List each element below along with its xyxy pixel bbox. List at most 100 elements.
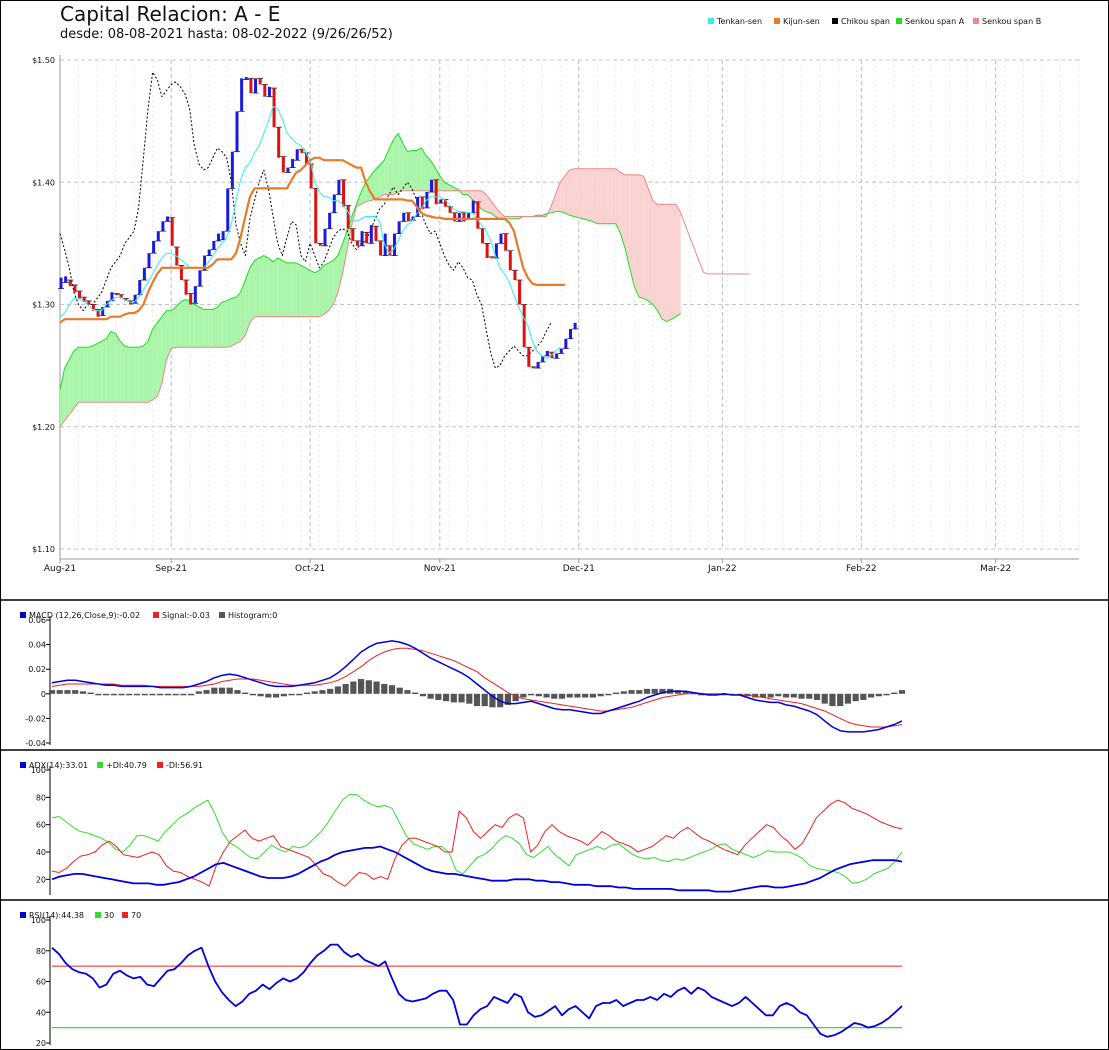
cloud-bull-segment (143, 341, 149, 403)
histogram-bar (558, 693, 566, 699)
x-tick-label: Jan-22 (707, 564, 737, 574)
y-tick-label: $1.30 (32, 301, 55, 310)
histogram-bar (582, 693, 589, 698)
cloud-bull-segment (175, 302, 181, 348)
histogram-bar (458, 693, 465, 703)
histogram-bar (280, 693, 287, 697)
cloud-bull-segment (171, 306, 176, 349)
cloud-bull-segment (282, 260, 287, 317)
candle-body (355, 240, 359, 246)
cloud-bull-segment (198, 306, 204, 348)
x-tick-label: Dec-21 (563, 564, 595, 574)
cloud-bear-segment (569, 168, 575, 217)
histogram-bar (551, 693, 558, 699)
candle-body (73, 284, 77, 293)
rsi-panel: 20406080100RSI(14):44.38 30 70 (20, 911, 903, 1048)
cloud-bear-segment (666, 204, 672, 322)
legend-label: Signal:-0.03 (162, 611, 210, 620)
y-tick-label: 20 (36, 875, 46, 884)
histogram-bar (211, 687, 218, 694)
price-panel: $1.10 $1.20 $1.30 $1.40 $1.50 Aug-21 Sep-21 Oct… (32, 17, 1080, 574)
histogram-bar (64, 690, 71, 694)
histogram-bar (87, 692, 94, 695)
candle-body (323, 228, 327, 246)
histogram-bar (56, 690, 63, 694)
cloud-bull-segment (231, 297, 237, 347)
cloud-bear-segment (625, 174, 630, 268)
candle-body (156, 231, 160, 241)
candle-body (59, 277, 63, 289)
legend-label: Senkou span B (982, 17, 1041, 26)
y-tick-label: 0 (41, 690, 46, 699)
candle-body (402, 212, 406, 222)
cloud-bull-segment (83, 347, 88, 403)
legend-swatch (20, 912, 26, 918)
histogram-bar (288, 693, 295, 696)
candle-body (569, 328, 572, 339)
legend-swatch (157, 762, 163, 768)
cloud-bull-segment (120, 341, 125, 403)
cloud-bear-segment (583, 168, 589, 221)
cloud-bull-segment (263, 255, 269, 317)
legend-swatch (896, 18, 902, 24)
cloud-bear-segment (634, 174, 639, 298)
candle-body (406, 212, 410, 222)
candle-body (184, 280, 188, 295)
histogram-bar (118, 693, 125, 696)
cloud-bear-segment (597, 168, 602, 224)
candle-body (193, 286, 197, 304)
histogram-bar (473, 693, 481, 707)
cloud-bull-segment (268, 258, 274, 317)
histogram-bar (466, 693, 473, 704)
macd-panel: -0.04-0.0200.020.040.06MACD (12,26,Close… (20, 611, 906, 748)
histogram-bar (589, 693, 596, 698)
cloud-bear-segment (606, 168, 612, 224)
legend-label: +DI:40.79 (106, 761, 147, 770)
candle-body (281, 156, 285, 173)
histogram-bar (334, 686, 341, 694)
histogram-bar (396, 687, 403, 694)
histogram-bar (481, 693, 488, 707)
histogram-bar (273, 693, 280, 698)
histogram-bar (234, 690, 241, 694)
candle-body (504, 233, 508, 251)
cloud-bull-segment (226, 298, 232, 348)
histogram-bar (226, 687, 233, 694)
x-tick-label: Feb-22 (846, 564, 877, 574)
cloud-bull-segment (300, 265, 306, 317)
candle-body (328, 212, 332, 229)
candle-body (314, 188, 318, 244)
histogram-bar (218, 687, 226, 694)
candle-body (508, 250, 512, 271)
candle-body (170, 217, 174, 246)
candle-body (434, 179, 438, 205)
histogram-bar (535, 693, 542, 697)
cloud-bull-segment (384, 149, 389, 195)
histogram-bar (164, 693, 171, 696)
histogram-bar (427, 693, 434, 699)
histogram-bar (249, 693, 256, 696)
cloud-bull-segment (291, 262, 297, 317)
cloud-bull-segment (157, 316, 162, 397)
candle-body (189, 293, 193, 305)
cloud-bull-segment (217, 302, 223, 348)
histogram-bar (203, 690, 210, 694)
histogram-bar (103, 693, 110, 696)
candle-body (258, 78, 262, 85)
histogram-bar (435, 693, 442, 700)
cloud-bull-segment (185, 299, 190, 348)
histogram-bar (388, 685, 396, 694)
cloud-bull-segment (310, 270, 315, 317)
candle-body (115, 293, 119, 295)
legend-swatch (219, 612, 225, 618)
candle-body (536, 361, 540, 369)
legend-swatch (832, 18, 838, 24)
cloud-bull-segment (222, 300, 227, 348)
cloud-bull-segment (296, 262, 301, 317)
histogram-bar (868, 693, 875, 698)
histogram-bar (188, 693, 195, 696)
cloud-bull-segment (374, 165, 380, 200)
histogram-bar (365, 680, 372, 694)
candle-body (152, 240, 156, 254)
ichimoku-chart: Capital Relacion: A - E desde: 08-08-202… (0, 0, 1109, 1050)
